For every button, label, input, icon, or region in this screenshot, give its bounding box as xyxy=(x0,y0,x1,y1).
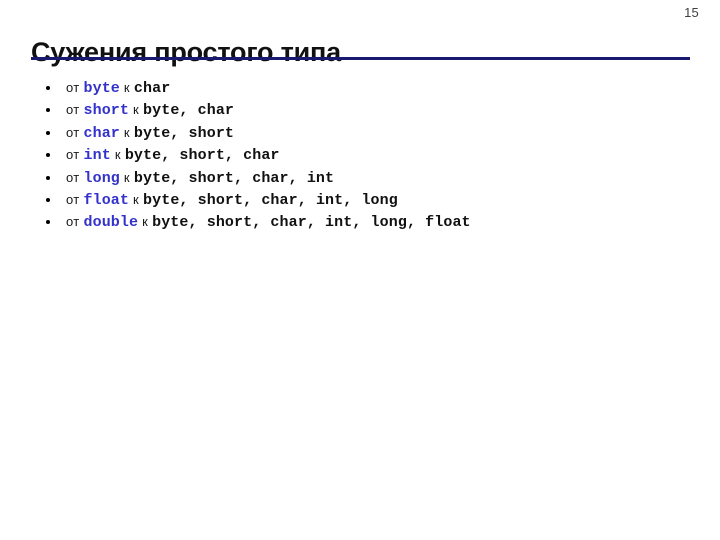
from-label: от xyxy=(66,124,80,140)
source-type: double xyxy=(83,214,139,232)
from-label: от xyxy=(66,192,80,208)
source-type: char xyxy=(83,124,120,142)
to-label: к xyxy=(123,169,130,185)
target-types: byte, short xyxy=(133,124,235,142)
source-type: long xyxy=(83,169,120,187)
bullet-dot-icon xyxy=(46,153,50,158)
bullet-dot-icon xyxy=(46,108,50,113)
source-type: float xyxy=(83,192,130,210)
source-type: int xyxy=(83,147,111,165)
bullet-dot-icon xyxy=(46,198,50,203)
to-label: к xyxy=(142,214,149,230)
to-label: к xyxy=(133,102,140,118)
to-label: к xyxy=(114,147,121,163)
page-title: Сужения простого типа xyxy=(31,37,341,68)
from-label: от xyxy=(66,214,80,230)
title-underline-rule xyxy=(31,57,690,60)
from-label: от xyxy=(66,102,80,118)
to-label: к xyxy=(123,80,130,95)
to-label: к xyxy=(133,192,140,208)
bullet-dot-icon xyxy=(46,220,50,225)
target-types: char xyxy=(133,80,171,97)
target-types: byte, short, char, int xyxy=(133,169,335,187)
list-item: от float к byte, short, char, int, long xyxy=(44,190,704,210)
target-types: byte, short, char, int, long, float xyxy=(152,214,471,232)
list-item: от double к byte, short, char, int, long, f… xyxy=(44,212,704,232)
list-item: от char к byte, short xyxy=(44,123,704,143)
list-item: от int к byte, short, char xyxy=(44,145,704,165)
from-label: от xyxy=(66,169,80,185)
target-types: byte, short, char, int, long xyxy=(143,192,398,210)
to-label: к xyxy=(123,124,130,140)
page-number: 15 xyxy=(684,5,699,20)
target-types: byte, char xyxy=(143,102,235,120)
conversion-list: от byte к char от short к byte, char от char к by… xyxy=(44,78,704,235)
bullet-dot-icon xyxy=(46,86,50,90)
bullet-dot-icon xyxy=(46,130,50,135)
list-item: от long к byte, short, char, int xyxy=(44,168,704,188)
from-label: от xyxy=(66,80,80,95)
source-type: short xyxy=(83,102,130,120)
list-item: от short к byte, char xyxy=(44,100,704,120)
from-label: от xyxy=(66,147,80,163)
source-type: byte xyxy=(83,80,120,97)
target-types: byte, short, char xyxy=(124,147,280,165)
slide-canvas: 15 Сужения простого типа от byte к char от s… xyxy=(0,0,720,540)
bullet-dot-icon xyxy=(46,175,50,180)
list-item: от byte к char xyxy=(44,78,704,98)
